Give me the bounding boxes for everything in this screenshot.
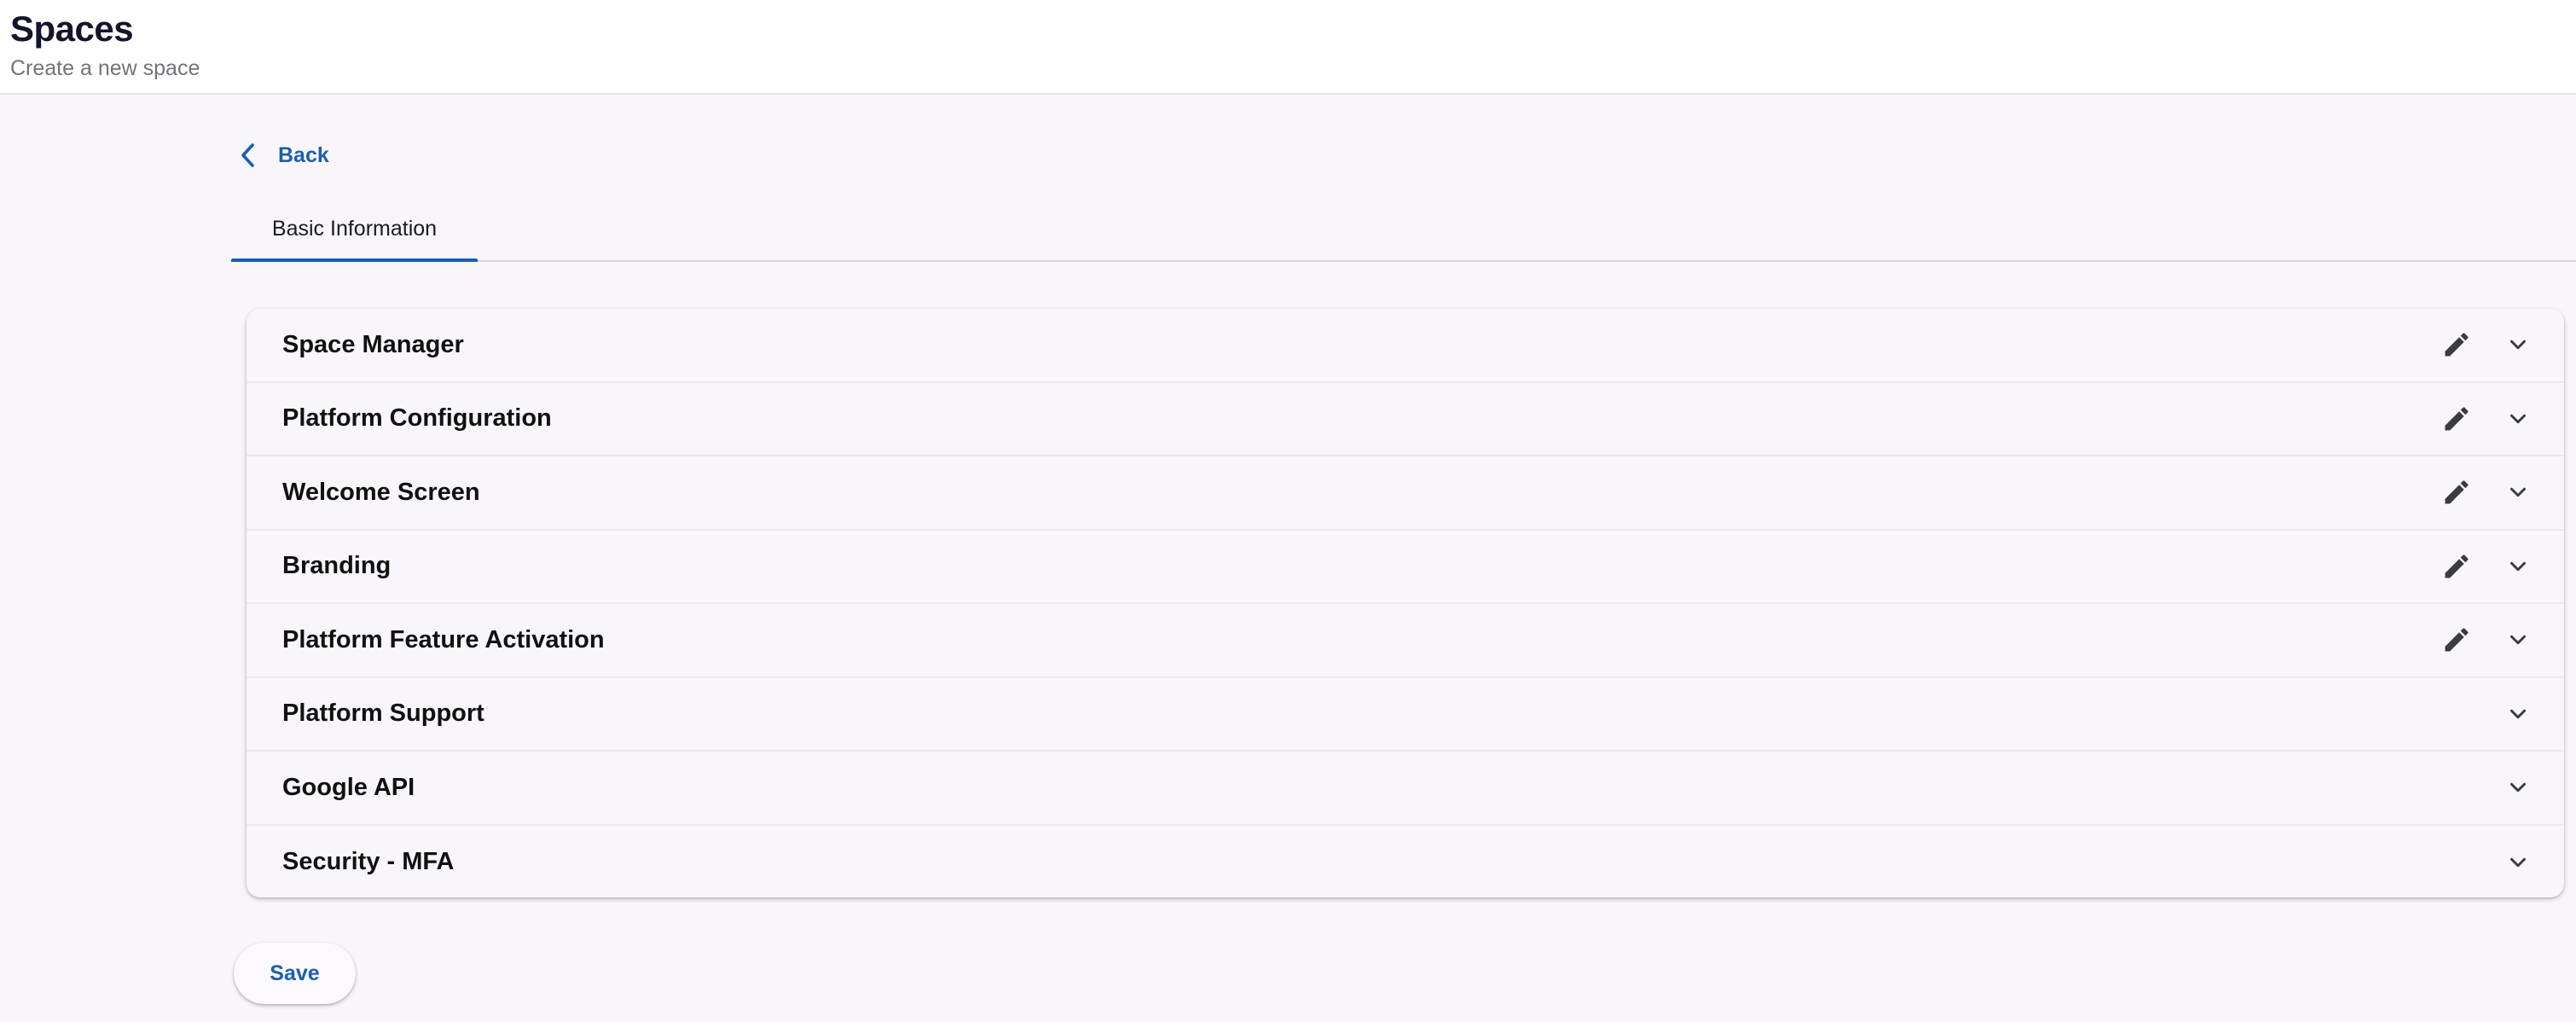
save-button[interactable]: Save [234, 943, 356, 1004]
settings-accordion: Space Manager Platform Configuration Wel… [247, 309, 2564, 897]
section-title: Platform Support [282, 700, 484, 728]
section-branding[interactable]: Branding [247, 531, 2564, 604]
page-header: Spaces Create a new space [0, 0, 2576, 95]
chevron-down-icon[interactable] [2501, 623, 2535, 657]
pencil-icon[interactable] [2439, 474, 2474, 510]
section-welcome-screen[interactable]: Welcome Screen [247, 456, 2564, 531]
pencil-icon[interactable] [2439, 549, 2474, 584]
pencil-icon[interactable] [2439, 327, 2474, 363]
chevron-down-icon[interactable] [2501, 549, 2535, 584]
section-space-manager[interactable]: Space Manager [247, 309, 2564, 383]
tab-basic-information[interactable]: Basic Information [231, 196, 478, 262]
section-platform-feature-activation[interactable]: Platform Feature Activation [247, 604, 2564, 678]
section-title: Space Manager [282, 330, 464, 358]
chevron-down-icon[interactable] [2501, 328, 2535, 362]
page-subtitle: Create a new space [10, 56, 200, 80]
chevron-down-icon[interactable] [2501, 475, 2535, 509]
tab-label: Basic Information [271, 217, 438, 241]
section-title: Platform Feature Activation [282, 625, 605, 653]
chevron-down-icon[interactable] [2501, 845, 2535, 880]
section-security-mfa[interactable]: Security - MFA [247, 826, 2564, 898]
pencil-icon[interactable] [2439, 622, 2474, 658]
section-platform-support[interactable]: Platform Support [247, 678, 2564, 752]
section-title: Platform Configuration [282, 404, 552, 433]
chevron-down-icon[interactable] [2501, 402, 2535, 436]
page-title: Spaces [10, 9, 134, 49]
chevron-left-icon [239, 142, 258, 168]
section-platform-configuration[interactable]: Platform Configuration [247, 383, 2564, 456]
back-link[interactable]: Back [239, 136, 329, 174]
tab-bar: Basic Information [231, 196, 2576, 262]
pencil-icon[interactable] [2439, 401, 2474, 437]
section-title: Security - MFA [282, 848, 455, 876]
section-google-api[interactable]: Google API [247, 752, 2564, 826]
chevron-down-icon[interactable] [2501, 697, 2535, 731]
section-title: Welcome Screen [282, 478, 480, 506]
back-label: Back [278, 142, 329, 167]
section-title: Branding [282, 552, 392, 580]
section-title: Google API [282, 773, 415, 801]
active-tab-indicator [231, 258, 478, 262]
chevron-down-icon[interactable] [2501, 770, 2535, 804]
